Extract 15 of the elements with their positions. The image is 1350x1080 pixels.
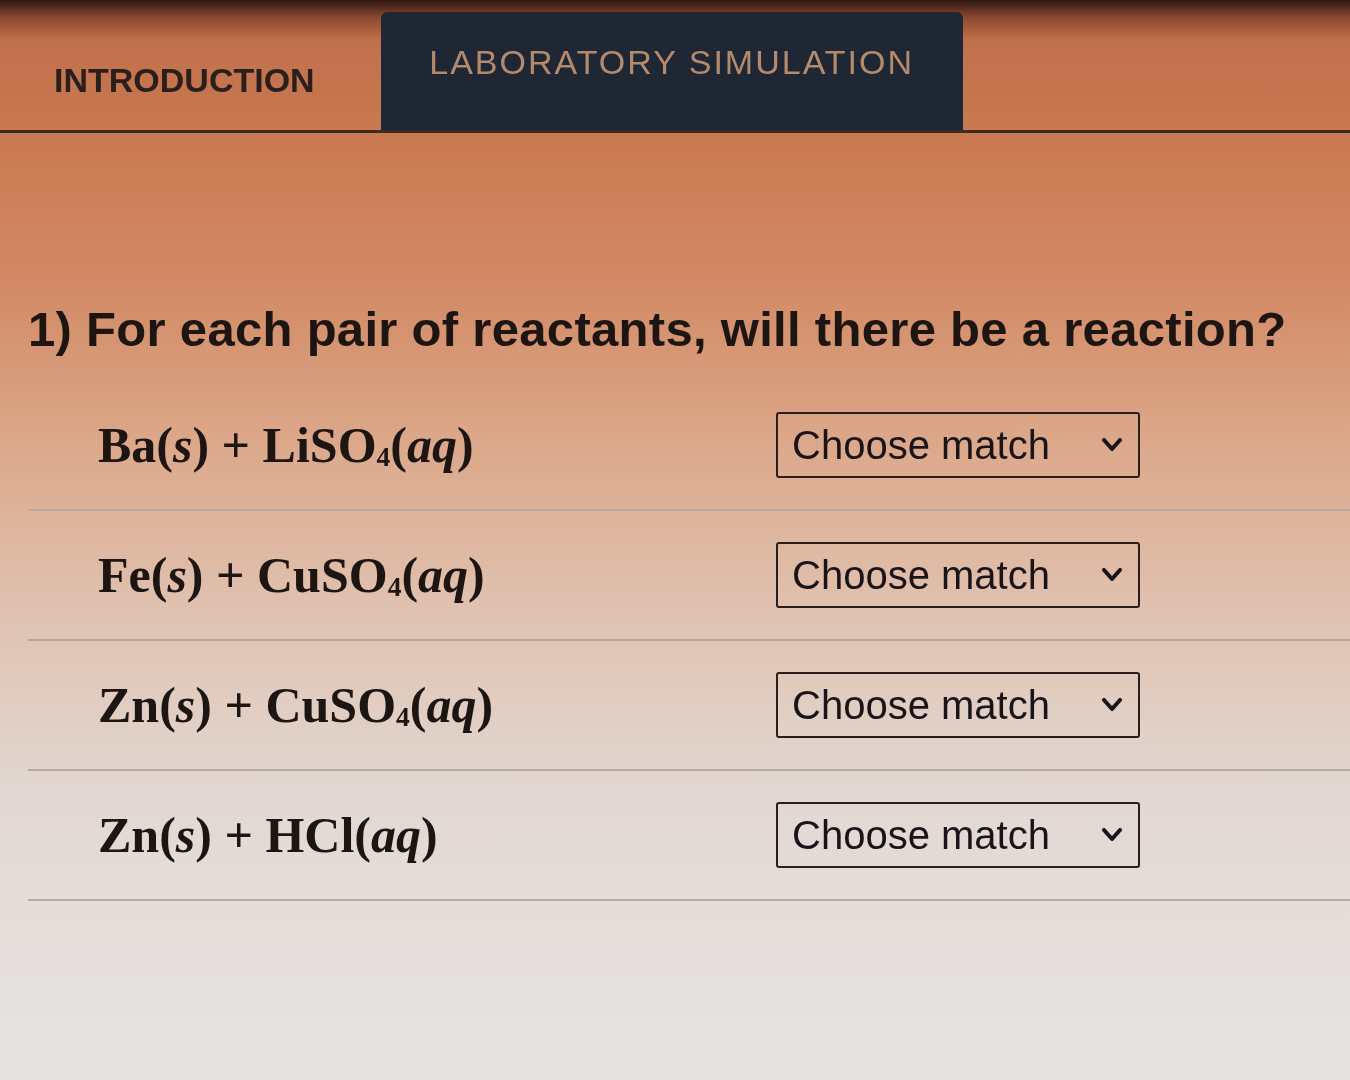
equation-text: Fe(s) + CuSO$_{4}$(aq): [98, 546, 485, 604]
match-dropdown[interactable]: Choose match: [776, 542, 1140, 608]
equation-text: Zn(s) + HCl(aq): [98, 806, 438, 864]
match-dropdown[interactable]: Choose match: [776, 672, 1140, 738]
chevron-down-icon: [1102, 828, 1122, 842]
chevron-down-icon: [1102, 568, 1122, 582]
tab[interactable]: LABORATORY SIMULATION: [380, 12, 963, 130]
tab[interactable]: INTRODUCTION: [0, 12, 371, 130]
equation-text: Zn(s) + CuSO$_{4}$(aq): [98, 676, 494, 734]
equation-text: Ba(s) + LiSO$_{4}$(aq): [98, 416, 474, 474]
match-dropdown[interactable]: Choose match: [776, 802, 1140, 868]
match-dropdown[interactable]: Choose match: [776, 412, 1140, 478]
chevron-down-icon: [1102, 438, 1122, 452]
chevron-down-icon: [1102, 698, 1122, 712]
question-text: 1) For each pair of reactants, will there be a reaction?: [28, 301, 1287, 357]
